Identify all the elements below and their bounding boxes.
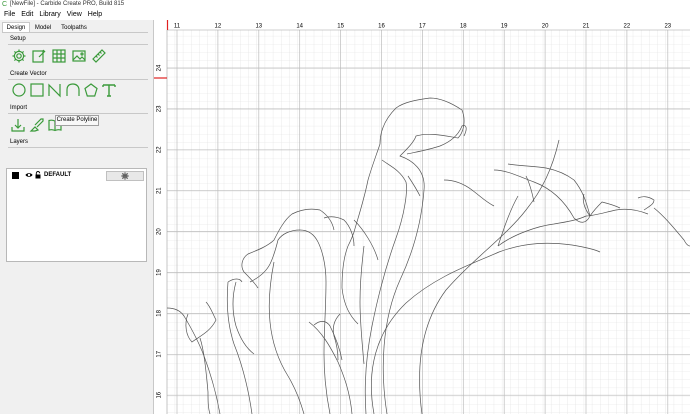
- ruler-y-label: 22: [157, 146, 163, 153]
- window-title: [NewFile] - Carbide Create PRO, Build 81…: [10, 1, 125, 7]
- ruler-y-label: 16: [157, 391, 163, 398]
- layer-row-default[interactable]: DEFAULT: [10, 171, 144, 181]
- ruler-x-label: 21: [583, 24, 590, 30]
- layers-list: DEFAULT: [6, 168, 147, 262]
- polygon-icon[interactable]: [83, 82, 99, 98]
- ruler-x-label: 16: [378, 24, 385, 30]
- ruler-y-label: 17: [157, 350, 163, 357]
- menu-view[interactable]: View: [64, 9, 85, 20]
- polyline-icon[interactable]: [47, 82, 63, 98]
- ruler-x-label: 15: [337, 24, 344, 30]
- eye-icon[interactable]: [25, 171, 33, 179]
- circle-icon[interactable]: [11, 82, 27, 98]
- grid-icon[interactable]: [51, 48, 67, 64]
- divider: [8, 147, 148, 148]
- app-logo-icon: C: [2, 1, 8, 8]
- ruler-y-label: 19: [157, 269, 163, 276]
- ruler-x-label: 11: [174, 24, 181, 30]
- ruler-x-label: 13: [255, 24, 262, 30]
- import-shapes-icon[interactable]: [29, 117, 45, 133]
- ruler-y-label: 23: [157, 105, 163, 112]
- divider: [8, 79, 148, 80]
- divider: [8, 44, 148, 45]
- ruler-y-label: 21: [157, 187, 163, 194]
- menu-edit[interactable]: Edit: [18, 9, 36, 20]
- curve-icon[interactable]: [65, 82, 81, 98]
- sidebar: Design Model Toolpaths Setup Create Vect…: [0, 20, 154, 414]
- grid: [167, 30, 690, 414]
- gear-icon[interactable]: [11, 48, 27, 64]
- ruler-y-label: 20: [157, 228, 163, 235]
- menu-library[interactable]: Library: [36, 9, 63, 20]
- lock-icon[interactable]: [35, 171, 41, 179]
- menu-bar: File Edit Library View Help: [0, 9, 690, 20]
- menu-file[interactable]: File: [0, 9, 18, 20]
- layer-settings-button[interactable]: [106, 171, 144, 181]
- ruler-x-label: 22: [624, 24, 631, 30]
- ruler-icon[interactable]: [91, 48, 107, 64]
- layers-heading: Layers: [10, 139, 29, 145]
- design-canvas[interactable]: 11 12 13 14 15 16 17 18 19 20 21 22 23 24 23 22 21 20 19 1…: [154, 20, 690, 414]
- ruler-y-label: 24: [157, 64, 163, 71]
- title-bar: C [NewFile] - Carbide Create PRO, Build …: [0, 0, 690, 9]
- rectangle-icon[interactable]: [29, 82, 45, 98]
- ruler-x-label: 23: [664, 24, 671, 30]
- setup-heading: Setup: [10, 36, 26, 42]
- ruler-x-label: 12: [215, 24, 222, 30]
- import-heading: Import: [10, 105, 28, 111]
- ruler-y-label: 18: [157, 309, 163, 316]
- text-icon[interactable]: [101, 82, 117, 98]
- layer-color-swatch[interactable]: [12, 172, 19, 179]
- menu-help[interactable]: Help: [85, 9, 105, 20]
- image-icon[interactable]: [71, 48, 87, 64]
- gear-icon: [121, 172, 129, 180]
- divider: [8, 113, 148, 114]
- ruler-x-label: 19: [501, 24, 508, 30]
- layer-name[interactable]: DEFAULT: [44, 171, 71, 180]
- ruler-x-label: 18: [460, 24, 467, 30]
- canvas-svg[interactable]: 11 12 13 14 15 16 17 18 19 20 21 22 23 24 23 22 21 20 19 1…: [154, 20, 690, 414]
- ruler-x-label: 17: [419, 24, 426, 30]
- ruler-x-label: 14: [296, 24, 303, 30]
- import-file-icon[interactable]: [10, 117, 26, 133]
- document-edit-icon[interactable]: [31, 48, 47, 64]
- create-vector-heading: Create Vector: [10, 71, 47, 77]
- ruler-x-label: 20: [542, 24, 549, 30]
- tooltip-create-polyline: Create Polyline: [55, 115, 99, 126]
